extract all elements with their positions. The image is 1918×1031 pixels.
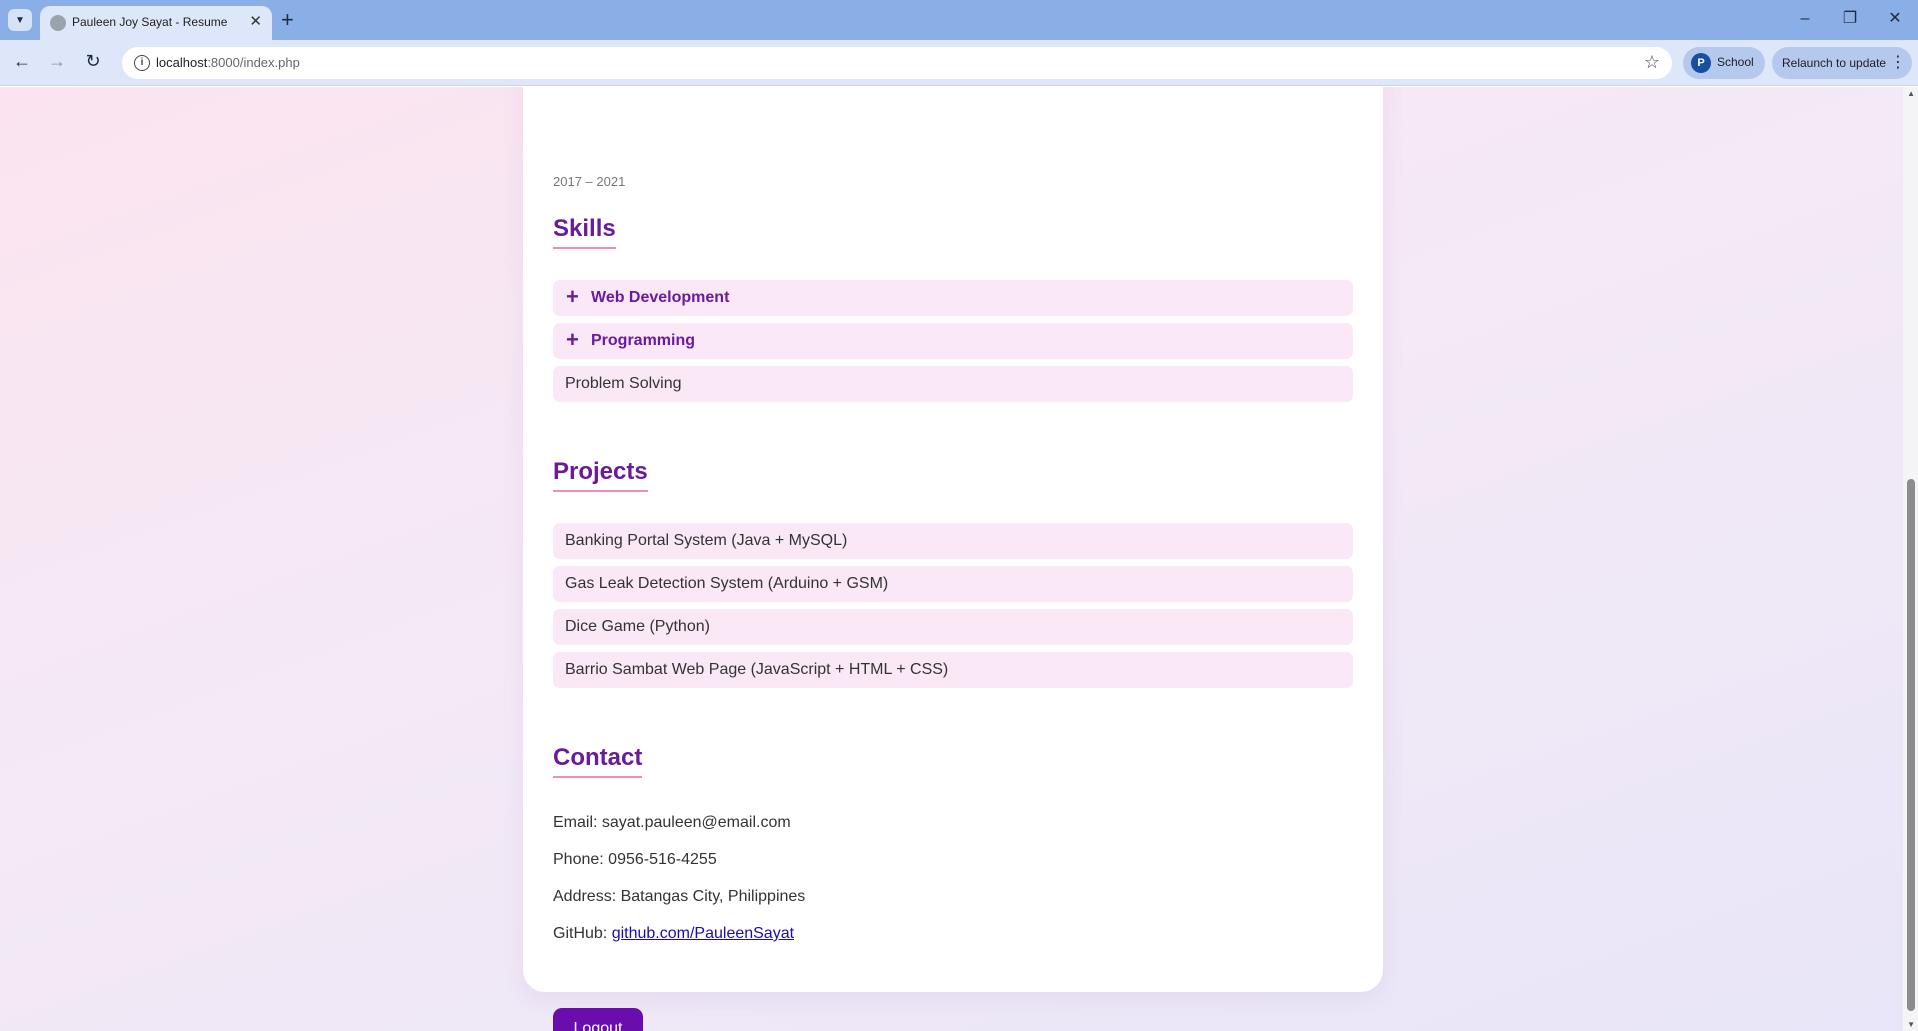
restore-icon[interactable]: ❐ <box>1830 8 1870 30</box>
close-window-icon[interactable]: ✕ <box>1875 8 1915 30</box>
browser-tab[interactable]: Pauleen Joy Sayat - Resume ✕ <box>40 6 272 40</box>
tab-strip: ▼ Pauleen Joy Sayat - Resume ✕ + – ❐ ✕ <box>0 0 1918 40</box>
skills-heading: Skills <box>553 215 616 249</box>
address-value: Batangas City, Philippines <box>620 888 806 905</box>
skill-item-programming[interactable]: + Programming <box>553 323 1353 359</box>
plus-icon: + <box>566 327 579 352</box>
tab-title: Pauleen Joy Sayat - Resume <box>72 15 228 29</box>
contact-github: GitHub: github.com/PauleenSayat <box>553 925 795 942</box>
new-tab-icon[interactable]: + <box>281 8 294 32</box>
page-scrollbar[interactable]: ▲ ▼ <box>1903 87 1918 1031</box>
profile-name: School <box>1717 55 1754 69</box>
skill-label: Programming <box>591 332 696 349</box>
github-link[interactable]: github.com/PauleenSayat <box>612 925 794 942</box>
minimize-icon[interactable]: – <box>1785 8 1825 30</box>
project-item: Barrio Sambat Web Page (JavaScript + HTM… <box>553 652 1353 688</box>
scroll-up-icon[interactable]: ▲ <box>1907 89 1915 98</box>
project-item: Gas Leak Detection System (Arduino + GSM… <box>553 566 1353 602</box>
avatar: P <box>1691 53 1711 73</box>
phone-value: 0956-516-4255 <box>608 851 717 868</box>
relaunch-button[interactable]: Relaunch to update ⋮ <box>1772 47 1912 79</box>
address-bar[interactable]: i localhost:8000/index.php ☆ <box>122 47 1672 79</box>
project-item: Banking Portal System (Java + MySQL) <box>553 523 1353 559</box>
profile-button[interactable]: P School <box>1683 47 1765 79</box>
email-value: sayat.pauleen@email.com <box>601 814 791 831</box>
contact-email: Email: sayat.pauleen@email.com <box>553 814 791 831</box>
forward-icon[interactable]: → <box>44 50 70 72</box>
contact-heading: Contact <box>553 744 643 778</box>
site-info-icon[interactable]: i <box>134 55 150 71</box>
relaunch-label: Relaunch to update <box>1782 56 1887 70</box>
scroll-down-icon[interactable]: ▼ <box>1907 1020 1915 1029</box>
skill-item-problem-solving: Problem Solving <box>553 366 1353 402</box>
globe-icon <box>50 15 66 31</box>
chevron-down-icon: ▼ <box>15 14 25 26</box>
skill-item-web-development[interactable]: + Web Development <box>553 280 1353 316</box>
browser-toolbar: ← → ↻ i localhost:8000/index.php ☆ P Sch… <box>0 40 1918 86</box>
plus-icon: + <box>566 284 579 309</box>
contact-phone: Phone: 0956-516-4255 <box>553 851 717 868</box>
close-tab-icon[interactable]: ✕ <box>249 12 262 32</box>
project-item: Dice Game (Python) <box>553 609 1353 645</box>
projects-heading: Projects <box>553 458 648 492</box>
scroll-thumb[interactable] <box>1907 479 1915 1011</box>
education-dates: 2017 – 2021 <box>553 174 626 189</box>
more-menu-icon[interactable]: ⋮ <box>1890 52 1906 72</box>
back-icon[interactable]: ← <box>9 50 35 72</box>
page-viewport: 2017 – 2021 Skills + Web Development + P… <box>0 87 1918 1031</box>
reload-icon[interactable]: ↻ <box>80 50 106 72</box>
skill-label: Web Development <box>591 289 730 306</box>
bookmark-star-icon[interactable]: ☆ <box>1644 52 1660 73</box>
logout-button[interactable]: Logout <box>553 1008 643 1031</box>
resume-card: 2017 – 2021 Skills + Web Development + P… <box>523 87 1383 1031</box>
url-text: localhost:8000/index.php <box>156 55 300 70</box>
tab-search-button[interactable]: ▼ <box>8 9 32 31</box>
contact-address: Address: Batangas City, Philippines <box>553 888 806 905</box>
